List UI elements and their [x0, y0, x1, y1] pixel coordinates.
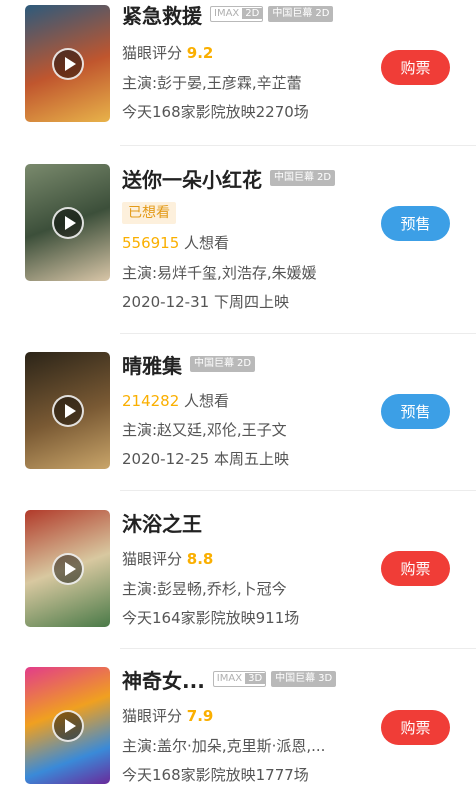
cast-line: 主演:彭于晏,王彦霖,辛芷蕾 — [122, 74, 302, 92]
want-count-line: 556915 人想看 — [122, 234, 230, 252]
movie-poster[interactable] — [25, 352, 110, 469]
play-icon[interactable] — [51, 206, 84, 239]
china-giant-screen-badge: 中国巨幕 3D — [271, 671, 337, 687]
divider — [120, 648, 476, 649]
rating-score: 8.8 — [186, 550, 214, 568]
cast-line: 主演:易烊千玺,刘浩存,朱媛媛 — [122, 264, 317, 282]
release-line: 2020-12-25 本周五上映 — [122, 450, 289, 468]
movie-item-song-ni-yi-duo-xiao-hong-hua[interactable]: 送你一朵小红花 中国巨幕 2D 已想看 556915 人想看 主演:易烊千玺,刘浩… — [0, 160, 476, 330]
movie-item-shen-qi-nv-xia[interactable]: 神奇女... IMAX 3D 中国巨幕 3D 猫眼评分 7.9 主演:盖尔·加朵,克… — [0, 665, 476, 800]
buy-ticket-button[interactable]: 购票 — [381, 710, 450, 745]
play-icon[interactable] — [51, 709, 84, 742]
wanted-tag: 已想看 — [122, 202, 176, 224]
movie-title: 送你一朵小红花 — [122, 167, 262, 192]
buy-ticket-button[interactable]: 购票 — [381, 50, 450, 85]
movie-poster[interactable] — [25, 5, 110, 122]
want-count-line: 214282 人想看 — [122, 392, 230, 410]
buy-ticket-button[interactable]: 购票 — [381, 551, 450, 586]
divider — [120, 333, 476, 334]
movie-title: 神奇女... — [122, 668, 205, 693]
schedule-line: 今天168家影院放映1777场 — [122, 766, 309, 784]
cast-line: 主演:盖尔·加朵,克里斯·派恩,... — [122, 737, 326, 755]
china-giant-screen-badge: 中国巨幕 2D — [268, 6, 334, 22]
imax-2d-badge: IMAX 2D — [210, 6, 264, 22]
play-icon[interactable] — [51, 552, 84, 585]
divider — [120, 145, 476, 146]
movie-title: 沐浴之王 — [122, 511, 202, 536]
china-giant-screen-badge: 中国巨幕 2D — [190, 356, 256, 372]
cast-line: 主演:彭昱畅,乔杉,卜冠今 — [122, 580, 287, 598]
rating-score: 9.2 — [186, 44, 214, 62]
divider — [120, 490, 476, 491]
presale-button[interactable]: 预售 — [381, 394, 450, 429]
movie-poster[interactable] — [25, 164, 110, 281]
movie-poster[interactable] — [25, 667, 110, 784]
rating-line: 猫眼评分 8.8 — [122, 550, 214, 568]
play-icon[interactable] — [51, 47, 84, 80]
schedule-line: 今天164家影院放映911场 — [122, 609, 300, 627]
rating-score: 7.9 — [186, 707, 214, 725]
movie-item-qing-ya-ji[interactable]: 晴雅集 中国巨幕 2D 214282 人想看 主演:赵又廷,邓伦,王子文 2020… — [0, 350, 476, 485]
imax-3d-badge: IMAX 3D — [212, 671, 267, 687]
movie-item-jinji-jiuyuan[interactable]: 紧急救援 IMAX 2D 中国巨幕 2D 猫眼评分 9.2 主演:彭于晏,王彦霖,辛… — [0, 0, 476, 140]
rating-line: 猫眼评分 7.9 — [122, 707, 214, 725]
release-line: 2020-12-31 下周四上映 — [122, 293, 289, 311]
movie-list: 紧急救援 IMAX 2D 中国巨幕 2D 猫眼评分 9.2 主演:彭于晏,王彦霖,辛… — [0, 0, 476, 800]
play-icon[interactable] — [51, 394, 84, 427]
movie-title: 紧急救援 — [122, 3, 202, 28]
presale-button[interactable]: 预售 — [381, 206, 450, 241]
rating-line: 猫眼评分 9.2 — [122, 44, 214, 62]
china-giant-screen-badge: 中国巨幕 2D — [270, 170, 336, 186]
schedule-line: 今天168家影院放映2270场 — [122, 103, 309, 121]
want-count: 214282 — [122, 392, 180, 410]
movie-title: 晴雅集 — [122, 353, 182, 378]
want-count: 556915 — [122, 234, 180, 252]
movie-item-mu-yu-zhi-wang[interactable]: 沐浴之王 猫眼评分 8.8 主演:彭昱畅,乔杉,卜冠今 今天164家影院放映91… — [0, 508, 476, 643]
movie-poster[interactable] — [25, 510, 110, 627]
cast-line: 主演:赵又廷,邓伦,王子文 — [122, 421, 287, 439]
